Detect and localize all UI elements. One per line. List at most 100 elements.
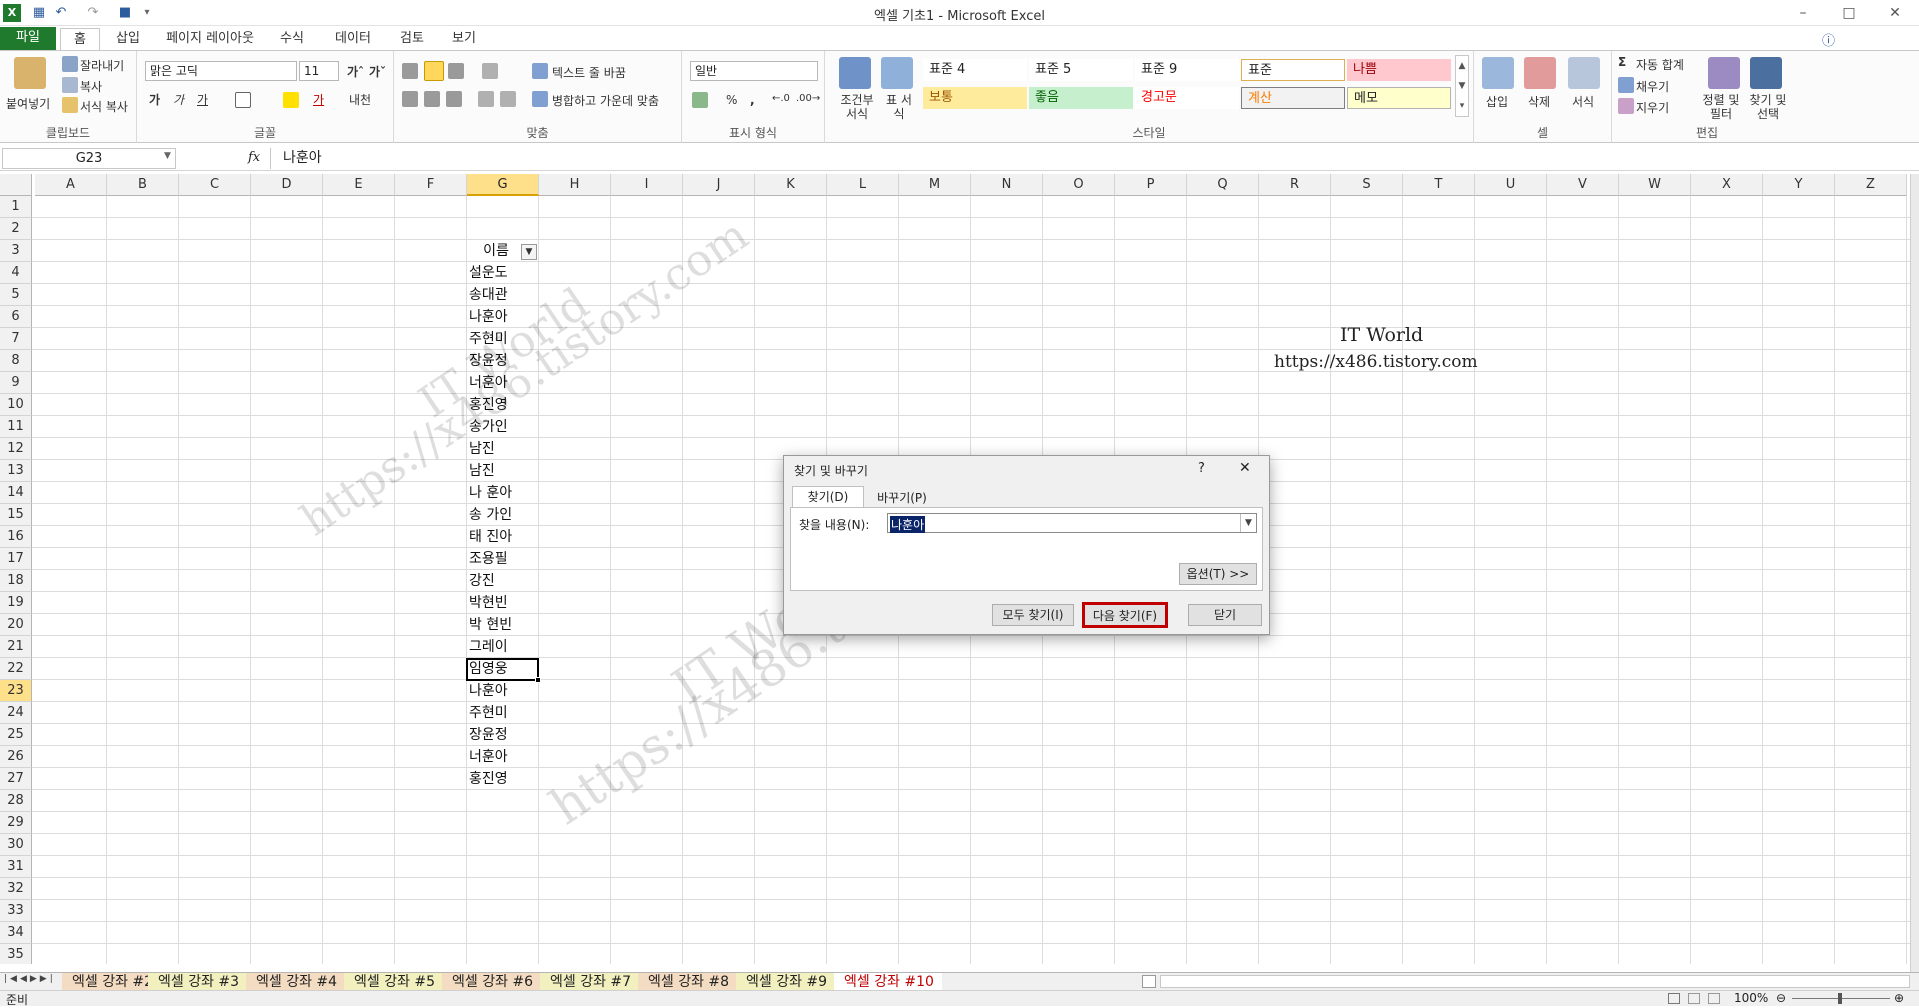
row-header-9[interactable]: 9 [0, 372, 32, 394]
row-header-23[interactable]: 23 [0, 680, 32, 702]
cell-g16[interactable]: 태 진아 [467, 526, 537, 548]
cell-g17[interactable]: 조용필 [467, 548, 537, 570]
row-header-1[interactable]: 1 [0, 196, 32, 218]
column-header-x[interactable]: X [1691, 174, 1763, 196]
align-left-icon[interactable] [402, 91, 418, 107]
cell-g5[interactable]: 송대관 [467, 284, 537, 306]
style-calculation[interactable]: 계산 [1241, 87, 1345, 109]
format-cells-button[interactable]: 서식 [1572, 93, 1594, 110]
cut-button[interactable]: 잘라내기 [80, 57, 124, 74]
sheet-tab-5[interactable]: 엑셀 강좌 #5 [344, 973, 442, 991]
tab-file[interactable]: 파일 [0, 27, 56, 50]
tab-find[interactable]: 찾기(D) [792, 486, 864, 508]
cell-g19[interactable]: 박현빈 [467, 592, 537, 614]
row-header-2[interactable]: 2 [0, 218, 32, 240]
row-header-24[interactable]: 24 [0, 702, 32, 724]
align-top-icon[interactable] [402, 63, 418, 79]
row-header-19[interactable]: 19 [0, 592, 32, 614]
cell-g20[interactable]: 박 현빈 [467, 614, 537, 636]
font-name-select[interactable]: 맑은 고딕 [145, 61, 297, 81]
maximize-button[interactable]: □ [1826, 0, 1872, 26]
cell-g12[interactable]: 남진 [467, 438, 537, 460]
row-header-22[interactable]: 22 [0, 658, 32, 680]
row-header-11[interactable]: 11 [0, 416, 32, 438]
row-header-15[interactable]: 15 [0, 504, 32, 526]
row-header-18[interactable]: 18 [0, 570, 32, 592]
cell-g23[interactable]: 나훈아 [467, 680, 537, 702]
bold-button[interactable]: 가 [149, 91, 160, 108]
cell-g14[interactable]: 나 훈아 [467, 482, 537, 504]
font-color-icon[interactable]: 가 [313, 91, 324, 108]
minimize-button[interactable]: – [1780, 0, 1826, 26]
sheet-tab-4[interactable]: 엑셀 강좌 #4 [246, 973, 344, 991]
filter-dropdown-icon[interactable]: ▼ [521, 244, 537, 260]
align-center-icon[interactable] [424, 91, 440, 107]
row-header-14[interactable]: 14 [0, 482, 32, 504]
dialog-help-button[interactable]: ? [1198, 461, 1205, 476]
row-header-7[interactable]: 7 [0, 328, 32, 350]
page-layout-view-icon[interactable] [1688, 993, 1700, 1004]
orientation-icon[interactable] [482, 63, 498, 79]
sheet-tab-9[interactable]: 엑셀 강좌 #9 [736, 973, 834, 991]
row-header-6[interactable]: 6 [0, 306, 32, 328]
cell-g15[interactable]: 송 가인 [467, 504, 537, 526]
font-size-select[interactable]: 11 [299, 61, 339, 81]
column-header-f[interactable]: F [395, 174, 467, 196]
style-good[interactable]: 좋음 [1029, 87, 1133, 109]
column-header-d[interactable]: D [251, 174, 323, 196]
row-header-33[interactable]: 33 [0, 900, 32, 922]
zoom-level[interactable]: 100% [1734, 991, 1768, 1005]
column-header-k[interactable]: K [755, 174, 827, 196]
style-normal9[interactable]: 표준 9 [1135, 59, 1239, 81]
cell-g27[interactable]: 홍진영 [467, 768, 537, 790]
name-box[interactable]: G23 [2, 148, 176, 169]
zoom-slider-thumb[interactable] [1838, 993, 1842, 1004]
help-icon[interactable]: ⓘ [1822, 30, 1835, 49]
row-header-20[interactable]: 20 [0, 614, 32, 636]
align-bottom-icon[interactable] [448, 63, 464, 79]
column-header-z[interactable]: Z [1835, 174, 1907, 196]
tab-home[interactable]: 홈 [60, 28, 100, 50]
column-header-p[interactable]: P [1115, 174, 1187, 196]
phonetic-icon[interactable]: 내천 [349, 91, 371, 108]
column-header-b[interactable]: B [107, 174, 179, 196]
increase-decimal-icon[interactable]: ←.0 [772, 93, 790, 104]
find-history-dropdown-icon[interactable]: ▼ [1240, 514, 1256, 532]
clear-button[interactable]: 지우기 [1636, 99, 1669, 116]
styles-scroll[interactable]: ▲ ▼ ▾ [1455, 55, 1469, 117]
increase-font-icon[interactable]: 가ˆ [347, 63, 364, 80]
row-header-3[interactable]: 3 [0, 240, 32, 262]
format-as-table-button[interactable]: 표 서식 [883, 93, 915, 121]
sheet-tab-3[interactable]: 엑셀 강좌 #3 [148, 973, 246, 991]
decrease-font-icon[interactable]: 가ˇ [369, 63, 386, 80]
row-header-26[interactable]: 26 [0, 746, 32, 768]
cell-g26[interactable]: 너훈아 [467, 746, 537, 768]
cell-g25[interactable]: 장윤정 [467, 724, 537, 746]
close-window-button[interactable]: ✕ [1872, 0, 1918, 26]
row-header-27[interactable]: 27 [0, 768, 32, 790]
find-next-button[interactable]: 다음 찾기(F) [1082, 602, 1168, 628]
column-header-o[interactable]: O [1043, 174, 1115, 196]
column-header-s[interactable]: S [1331, 174, 1403, 196]
find-select-button[interactable]: 찾기 및 선택 [1746, 93, 1790, 121]
column-header-r[interactable]: R [1259, 174, 1331, 196]
zoom-out-icon[interactable]: ⊖ [1776, 991, 1786, 1005]
horizontal-scrollbar[interactable] [1160, 975, 1910, 988]
style-bad[interactable]: 나쁨 [1347, 59, 1451, 81]
style-note[interactable]: 메모 [1347, 87, 1451, 109]
row-header-25[interactable]: 25 [0, 724, 32, 746]
cell-g4[interactable]: 설운도 [467, 262, 537, 284]
autosum-button[interactable]: 자동 합계 [1636, 56, 1684, 73]
style-normal[interactable]: 표준 [1241, 59, 1345, 81]
row-header-13[interactable]: 13 [0, 460, 32, 482]
comma-button[interactable]: , [750, 93, 755, 107]
row-header-34[interactable]: 34 [0, 922, 32, 944]
row-header-17[interactable]: 17 [0, 548, 32, 570]
column-header-y[interactable]: Y [1763, 174, 1835, 196]
normal-view-icon[interactable] [1668, 993, 1680, 1004]
row-header-35[interactable]: 35 [0, 944, 32, 964]
sheet-tab-10[interactable]: 엑셀 강좌 #10 [834, 973, 942, 991]
cell-g13[interactable]: 남진 [467, 460, 537, 482]
column-header-t[interactable]: T [1403, 174, 1475, 196]
column-header-n[interactable]: N [971, 174, 1043, 196]
